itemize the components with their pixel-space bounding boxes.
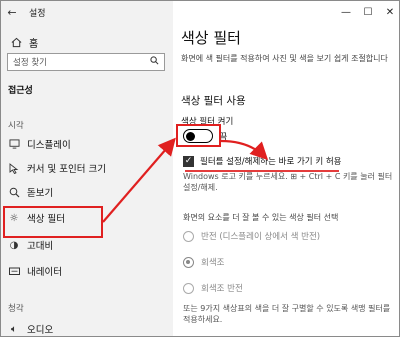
contrast-icon: ◑ xyxy=(9,239,19,251)
sidebar-item-audio[interactable]: 🔈︎ 오디오 xyxy=(7,320,167,337)
nav-home[interactable]: 홈 xyxy=(9,35,38,50)
home-label: 홈 xyxy=(29,39,39,50)
minimize-button[interactable]: — xyxy=(335,1,357,23)
page-title: 색상 필터 xyxy=(181,29,241,47)
filter-option-label: 회색조 반전 xyxy=(201,284,243,294)
sidebar: ← 설정 홈 설정 찾기 접근성 시각 디스플레이 커서 및 포인터 크기 돋보… xyxy=(1,1,173,337)
shortcut-hint: Windows 로고 키를 누르세요. ⊞ + Ctrl + C 키를 눌러 필… xyxy=(183,172,393,192)
shortcut-checkbox-label: 필터를 설정/해제하는 바로 가기 키 허용 xyxy=(200,157,342,167)
app-title: 설정 xyxy=(29,8,46,19)
filter-option-label: 반전 (디스플레이 상에서 색 반전) xyxy=(201,232,321,242)
filter-option-grayscale[interactable]: 회색조 xyxy=(183,256,224,268)
radio-button[interactable] xyxy=(183,282,194,294)
sidebar-item-contrast[interactable]: ◑ 고대비 xyxy=(7,236,167,254)
home-icon xyxy=(9,37,23,48)
highlight-color-filter-item xyxy=(3,206,103,238)
sidebar-item-label: 커서 및 포인터 크기 xyxy=(27,164,106,175)
highlight-toggle xyxy=(176,124,221,147)
page-description: 화면에 색 필터를 적용하여 사진 및 색을 보기 쉽게 조절합니다 xyxy=(181,54,388,63)
window-controls: — ☐ ✕ xyxy=(335,1,399,23)
section-title: 접근성 xyxy=(8,86,33,96)
settings-window: ← 설정 홈 설정 찾기 접근성 시각 디스플레이 커서 및 포인터 크기 돋보… xyxy=(0,0,400,337)
narrator-icon xyxy=(7,266,21,276)
sidebar-item-label: 오디오 xyxy=(27,325,54,336)
back-arrow-icon[interactable]: ← xyxy=(1,1,23,23)
shortcut-checkbox-row[interactable]: ✓ 필터를 설정/해제하는 바로 가기 키 허용 xyxy=(183,155,342,167)
sidebar-item-magnifier[interactable]: 돋보기 xyxy=(7,183,167,201)
sidebar-item-label: 고대비 xyxy=(27,241,54,252)
display-icon xyxy=(7,139,21,149)
sidebar-item-cursor[interactable]: 커서 및 포인터 크기 xyxy=(7,159,167,177)
audio-icon: 🔈︎ xyxy=(11,323,17,335)
filter-option-label: 회색조 xyxy=(201,258,225,268)
search-icon[interactable] xyxy=(150,56,159,68)
search-placeholder: 설정 찾기 xyxy=(13,58,47,68)
sidebar-item-narrator[interactable]: 내레이터 xyxy=(7,262,167,280)
sidebar-item-display[interactable]: 디스플레이 xyxy=(7,135,167,153)
shortcut-checkbox[interactable]: ✓ xyxy=(183,155,194,167)
magnifier-icon xyxy=(7,187,21,198)
filter-prompt: 화면의 요소를 더 잘 볼 수 있는 색상 필터 선택 xyxy=(183,213,339,222)
section-heading: 색상 필터 사용 xyxy=(181,95,246,107)
radio-button-selected[interactable] xyxy=(183,256,194,268)
cursor-icon xyxy=(7,162,21,174)
radio-button[interactable] xyxy=(183,230,194,242)
close-button[interactable]: ✕ xyxy=(379,1,399,23)
sidebar-item-label: 내레이터 xyxy=(27,267,62,278)
search-input[interactable]: 설정 찾기 xyxy=(7,53,165,71)
footer-text: 또는 9가지 색상표의 색을 더 잘 구별할 수 있도록 색맹 필터를 적용하세… xyxy=(183,304,391,324)
group-hearing: 청각 xyxy=(8,304,24,314)
maximize-button[interactable]: ☐ xyxy=(357,1,379,23)
title-bar: ← 설정 xyxy=(1,1,173,23)
main-content: — ☐ ✕ 색상 필터 화면에 색 필터를 적용하여 사진 및 색을 보기 쉽게… xyxy=(173,1,399,336)
filter-option-invert[interactable]: 반전 (디스플레이 상에서 색 반전) xyxy=(183,230,320,242)
filter-option-grayscale-invert[interactable]: 회색조 반전 xyxy=(183,282,243,294)
sidebar-item-label: 디스플레이 xyxy=(27,140,71,151)
sidebar-item-label: 돋보기 xyxy=(27,188,54,199)
group-vision: 시각 xyxy=(8,121,24,131)
